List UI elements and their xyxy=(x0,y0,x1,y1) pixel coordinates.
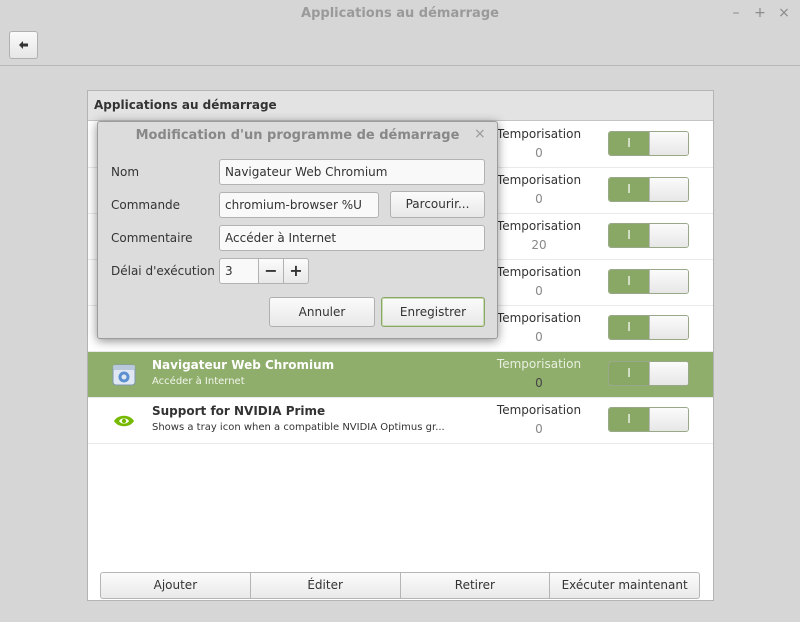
toolbar xyxy=(0,28,800,66)
switch-knob[interactable] xyxy=(649,408,688,431)
minimize-button[interactable]: – xyxy=(728,5,744,21)
command-label: Commande xyxy=(111,198,181,212)
app-name: Support for NVIDIA Prime xyxy=(152,404,326,418)
switch-on-label: I xyxy=(609,132,649,155)
switch-knob[interactable] xyxy=(649,224,688,247)
back-arrow-icon xyxy=(19,41,28,49)
cancel-button[interactable]: Annuler xyxy=(269,297,375,327)
switch-knob[interactable] xyxy=(649,132,688,155)
maximize-button[interactable]: + xyxy=(752,5,768,21)
run-now-button[interactable]: Exécuter maintenant xyxy=(549,572,700,599)
app-description: Accéder à Internet xyxy=(152,376,245,387)
nvidia-icon xyxy=(114,415,134,427)
switch-knob[interactable] xyxy=(649,178,688,201)
delay-label: Temporisation xyxy=(496,127,582,141)
delay-label: Temporisation xyxy=(496,403,582,417)
back-button[interactable] xyxy=(9,31,38,59)
edit-button[interactable]: Éditer xyxy=(249,572,401,599)
enable-switch[interactable]: I xyxy=(608,177,689,202)
add-button[interactable]: Ajouter xyxy=(100,572,251,599)
delay-value: 0 xyxy=(535,284,543,298)
switch-on-label: I xyxy=(609,316,649,339)
name-field[interactable]: Navigateur Web Chromium xyxy=(219,159,485,185)
delay-increase-button[interactable]: + xyxy=(283,258,309,284)
switch-on-label: I xyxy=(609,270,649,293)
delay-value: 0 xyxy=(535,192,543,206)
switch-knob[interactable] xyxy=(649,362,688,385)
delay-value: 20 xyxy=(531,238,547,252)
browse-button[interactable]: Parcourir... xyxy=(390,191,485,218)
command-field[interactable]: chromium-browser %U xyxy=(219,192,379,218)
delay-label: Temporisation xyxy=(496,173,582,187)
delay-label: Temporisation xyxy=(496,265,582,279)
chromium-icon xyxy=(112,364,136,386)
window-titlebar: Applications au démarrage – + × xyxy=(0,0,800,28)
switch-knob[interactable] xyxy=(649,316,688,339)
edit-startup-dialog: Modification d'un programme de démarrage… xyxy=(97,121,498,339)
delay-value: 0 xyxy=(535,146,543,160)
delay-value: 0 xyxy=(535,422,543,436)
delay-value: 0 xyxy=(535,330,543,344)
panel-header-title: Applications au démarrage xyxy=(94,98,277,112)
delay-label: Temporisation xyxy=(496,357,582,371)
switch-knob[interactable] xyxy=(649,270,688,293)
window-title: Applications au démarrage xyxy=(301,6,499,21)
switch-on-label: I xyxy=(609,408,649,431)
app-name: Navigateur Web Chromium xyxy=(152,358,335,372)
enable-switch[interactable]: I xyxy=(608,315,689,340)
close-button[interactable]: × xyxy=(776,5,792,21)
delay-decrease-button[interactable]: − xyxy=(258,258,284,284)
switch-on-label: I xyxy=(609,178,649,201)
enable-switch[interactable]: I xyxy=(608,131,689,156)
name-label: Nom xyxy=(111,165,140,179)
delay-label: Délai d'exécution xyxy=(111,264,215,278)
comment-field[interactable]: Accéder à Internet xyxy=(219,225,485,251)
remove-button[interactable]: Retirer xyxy=(399,572,551,599)
dialog-close-button[interactable]: × xyxy=(474,126,486,142)
comment-label: Commentaire xyxy=(111,231,193,245)
delay-field[interactable]: 3 xyxy=(219,258,259,284)
panel-header: Applications au démarrage xyxy=(88,91,713,121)
enable-switch[interactable]: I xyxy=(608,407,689,432)
enable-switch[interactable]: I xyxy=(608,269,689,294)
delay-value: 0 xyxy=(535,376,543,390)
switch-on-label: I xyxy=(609,224,649,247)
app-description: Shows a tray icon when a compatible NVID… xyxy=(152,422,445,433)
dialog-title: Modification d'un programme de démarrage xyxy=(135,128,460,143)
delay-label: Temporisation xyxy=(496,219,582,233)
action-bar: Ajouter Éditer Retirer Exécuter maintena… xyxy=(100,572,700,599)
app-row-chromium[interactable]: Navigateur Web Chromium Accéder à Intern… xyxy=(88,352,713,398)
app-row-nvidia[interactable]: Support for NVIDIA Prime Shows a tray ic… xyxy=(88,398,713,444)
enable-switch[interactable]: I xyxy=(608,361,689,386)
save-button[interactable]: Enregistrer xyxy=(381,297,485,327)
delay-label: Temporisation xyxy=(496,311,582,325)
enable-switch[interactable]: I xyxy=(608,223,689,248)
switch-on-label: I xyxy=(609,362,649,385)
